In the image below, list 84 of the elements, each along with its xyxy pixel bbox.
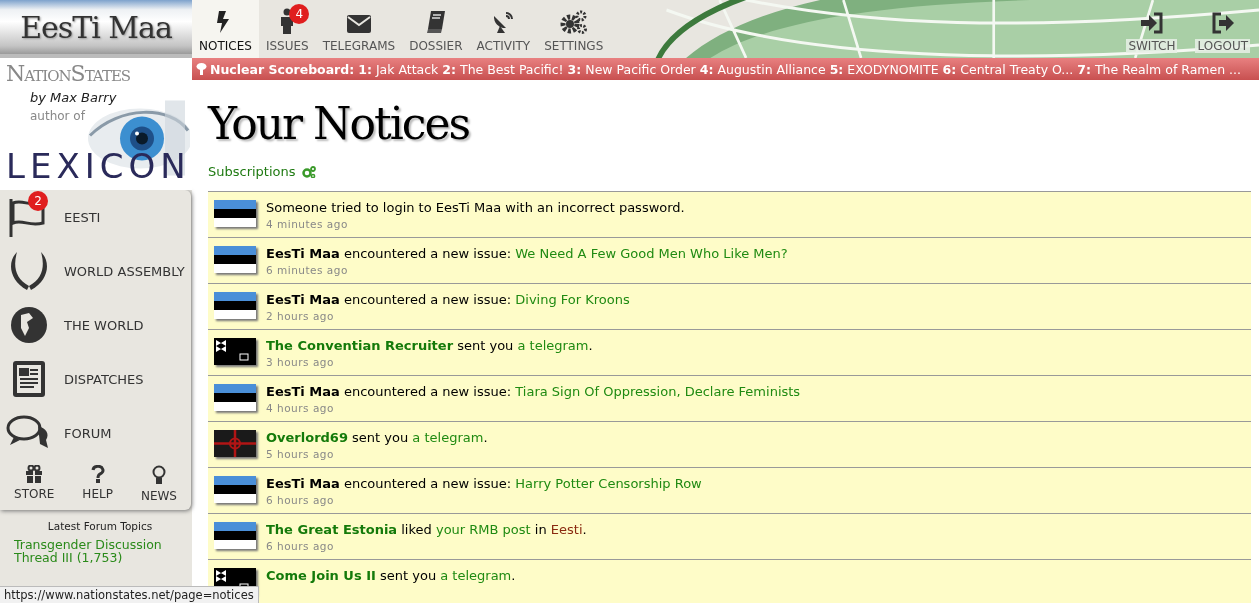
notice-link[interactable]: We Need A Few Good Men Who Like Men? [515, 246, 788, 261]
nation-name: EesTi Maa [266, 292, 340, 307]
sidebar-button[interactable]: STORE [8, 464, 61, 504]
flag-icon [214, 384, 256, 411]
notice-text: Someone tried to login to EesTi Maa with an incorrect password. [266, 200, 685, 215]
count-badge: 2 [28, 191, 48, 211]
nav-tab[interactable]: TELEGRAMS [315, 0, 403, 58]
logout-icon [1210, 12, 1235, 34]
subscriptions-link[interactable]: Subscriptions [208, 164, 296, 179]
nav-tab[interactable]: ISSUES 4 [258, 0, 316, 58]
timestamp: 4 hours ago [266, 402, 335, 414]
nav-tab[interactable]: NOTICES [192, 0, 259, 58]
book-icon [424, 10, 447, 34]
notice-text: The Conventian Recruiter sent you a telegram. [266, 338, 593, 353]
page-title: Your Notices [208, 97, 471, 151]
notice-link[interactable]: your RMB post [435, 522, 531, 537]
flag-icon [214, 522, 256, 549]
book-title[interactable]: LEXICON [6, 146, 191, 186]
envelope-icon [345, 14, 372, 34]
ticker-text: Nuclear Scoreboard: 1: Jak Attack 2: The Best Pacific! 3: New Pacific Order 4: Augustin Alliance 5: EXODYNOMITE 6: Central Treaty O... 7: The Realm of Ramen ... [210, 61, 1242, 77]
sidebar-item[interactable]: DISPATCHES [0, 352, 191, 406]
notice-link[interactable]: Diving For Kroons [515, 292, 630, 307]
gears-icon [559, 10, 588, 34]
notice-link[interactable]: a telegram [440, 568, 512, 583]
sidebar-item[interactable]: FORUM [0, 406, 191, 460]
document-icon [11, 359, 47, 399]
help-icon [90, 465, 105, 483]
globe-icon [9, 305, 49, 345]
timestamp: 6 hours ago [266, 540, 335, 552]
count-badge: 4 [289, 4, 310, 24]
flag-icon [214, 430, 256, 457]
gift-icon [25, 465, 44, 483]
sidebar-button[interactable]: NEWS [134, 464, 183, 504]
sidebar-item[interactable]: THE WORLD [0, 298, 191, 352]
site-logo[interactable]: NationStates [0, 58, 192, 88]
nav-tab[interactable]: DOSSIER [402, 0, 470, 58]
nation-banner[interactable]: EesTi Maa [0, 0, 192, 58]
nation-name: EesTi Maa [266, 384, 340, 399]
satellite-dish-icon [491, 10, 516, 34]
gears-icon[interactable] [301, 165, 316, 178]
flag-icon [214, 200, 256, 227]
sidebar-button[interactable]: HELP [76, 464, 119, 504]
notice-text: The Great Estonia liked your RMB post in Eesti. [266, 522, 587, 537]
flag-icon [214, 476, 256, 503]
author-caption: author of [30, 109, 85, 123]
person-icon [279, 8, 296, 34]
sign-in-icon [1139, 12, 1164, 34]
timestamp: 6 minutes ago [266, 264, 349, 276]
nation-link[interactable]: Overlord69 [266, 430, 348, 445]
flag-icon [214, 246, 256, 273]
nation-link[interactable]: Come Join Us II [266, 568, 376, 583]
status-bar-url: https://www.nationstates.net/page=notices [0, 586, 259, 603]
nav-tab[interactable]: SETTINGS [537, 0, 611, 58]
nation-link[interactable]: The Great Estonia [266, 522, 398, 537]
nav-button[interactable]: LOGOUT [1188, 0, 1257, 58]
notice-link[interactable]: Tiara Sign Of Oppression, Declare Feminists [515, 384, 801, 399]
lightbulb-icon [151, 465, 166, 485]
author-byline: by Max Barry [30, 90, 117, 105]
section-heading: Latest Forum Topics [46, 520, 154, 532]
notice-text: EesTi Maa encountered a new issue: Tiara Sign Of Oppression, Declare Feminists [266, 384, 801, 399]
nav-button[interactable]: SWITCH [1119, 0, 1185, 58]
notice-text: Come Join Us II sent you a telegram. [266, 568, 516, 583]
nation-link[interactable]: The Conventian Recruiter [266, 338, 454, 353]
notice-text: EesTi Maa encountered a new issue: Harry Potter Censorship Row [266, 476, 702, 491]
timestamp: 5 hours ago [266, 448, 335, 460]
notice-text: EesTi Maa encountered a new issue: We Need A Few Good Men Who Like Men? [266, 246, 788, 261]
notice-link[interactable]: a telegram [412, 430, 484, 445]
sidebar-item[interactable]: 2 EESTI [0, 190, 191, 244]
region-link[interactable]: Eesti [550, 522, 583, 537]
timestamp: 3 hours ago [266, 356, 335, 368]
sidebar-item[interactable]: WORLD ASSEMBLY [0, 244, 191, 298]
nav-tab[interactable]: ACTIVITY [469, 0, 538, 58]
notice-text: EesTi Maa encountered a new issue: Diving For Kroons [266, 292, 630, 307]
timestamp: 6 hours ago [266, 494, 335, 506]
flag-icon [214, 292, 256, 319]
timestamp: 2 hours ago [266, 310, 335, 322]
nation-name: EesTi Maa [266, 246, 340, 261]
notice-text: Overlord69 sent you a telegram. [266, 430, 488, 445]
nation-name: EesTi Maa [266, 476, 340, 491]
forum-topic-link[interactable]: Transgender Discussion Thread III (1,753) [14, 538, 186, 564]
timestamp: 4 minutes ago [266, 218, 349, 230]
flag-icon [214, 338, 256, 365]
notice-link[interactable]: Harry Potter Censorship Row [515, 476, 702, 491]
notice-link[interactable]: a telegram [517, 338, 589, 353]
